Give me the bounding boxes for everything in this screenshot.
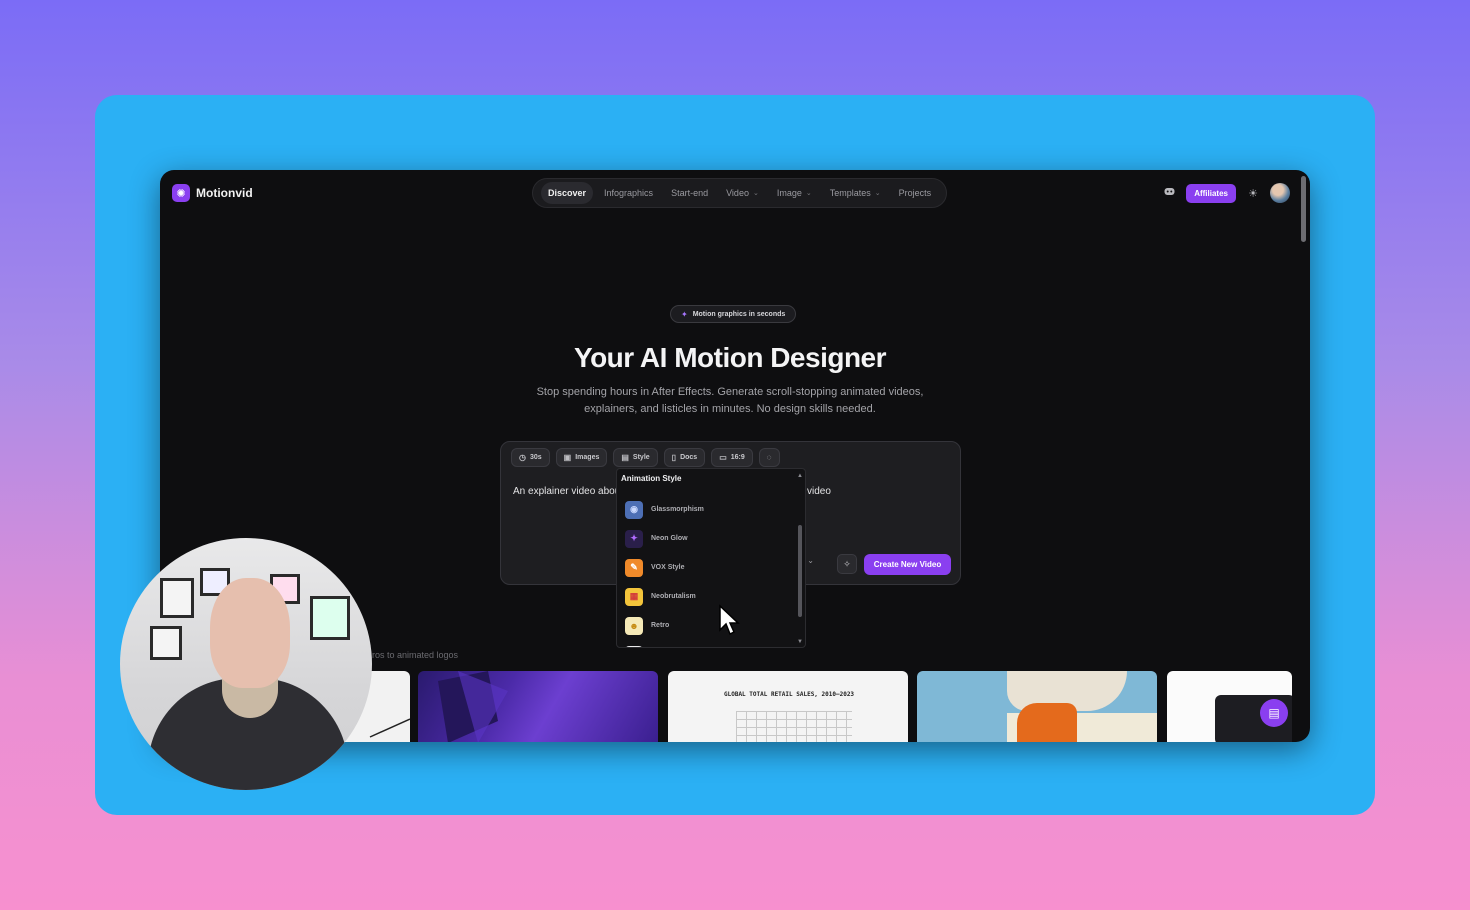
option-thumb-icon [625, 645, 643, 647]
page-title: Your AI Motion Designer [573, 342, 887, 373]
neon-glow-icon: ✦ [625, 529, 643, 548]
chip-label: Docs [680, 454, 698, 461]
dropdown-scrollbar[interactable]: ▲ ▼ [797, 473, 803, 645]
option-label: Glassmorphism [651, 506, 704, 513]
gallery-caption: ros to animated logos [372, 650, 459, 660]
nav-label: Discover [548, 188, 587, 198]
monitor-icon: ▭ [719, 453, 727, 462]
chat-icon: ▤ [1268, 706, 1280, 720]
abstract-shape-preview-icon [438, 671, 508, 742]
gallery-card[interactable] [418, 671, 658, 742]
map-highlight-preview [1017, 703, 1077, 742]
nav-projects[interactable]: Projects [892, 182, 939, 204]
image-icon: ▣ [563, 453, 572, 462]
badge-text: Motion graphics in seconds [692, 310, 786, 318]
nav-infographics[interactable]: Infographics [597, 182, 660, 204]
composer-options: ◷ 30s ▣ Images ▤ Style ▯ Docs ▭ 16:9 ◌ [511, 448, 780, 467]
nav-label: Start-end [671, 188, 709, 198]
nav-label: Video [726, 188, 749, 198]
main-nav: Discover Infographics Start-end Video ⌄ I… [532, 178, 948, 208]
style-option-neon-glow[interactable]: ✦ Neon Glow [625, 524, 795, 553]
palette-chip[interactable]: ◌ [758, 448, 780, 467]
retro-icon: ☻ [625, 616, 643, 635]
style-option-vox-style[interactable]: ✎ VOX Style [625, 553, 795, 582]
wall-picture [160, 578, 194, 618]
subtitle-line-1: Stop spending hours in After Effects. Ge… [536, 386, 924, 398]
presenter-head [210, 578, 290, 688]
nav-label: Templates [829, 188, 871, 198]
option-label: VOX Style [651, 564, 685, 571]
chip-label: 16:9 [730, 454, 745, 461]
gallery-card[interactable]: GLOBAL TOTAL RETAIL SALES, 2010—2023 [668, 671, 908, 742]
gallery-card[interactable] [917, 671, 1157, 742]
prompt-text-left[interactable]: An explainer video abou [513, 486, 620, 497]
option-label: Neobrutalism [651, 593, 696, 600]
page-scrollbar[interactable] [1301, 176, 1306, 242]
dropdown-title: Animation Style [621, 474, 682, 483]
palette-icon: ◌ [766, 453, 772, 462]
chip-label: Images [575, 454, 600, 461]
enhance-prompt-button[interactable]: ✧ [837, 554, 857, 574]
option-label: Neon Glow [651, 535, 688, 542]
docs-chip[interactable]: ▯ Docs [663, 448, 706, 467]
chat-button[interactable]: ▤ [1260, 699, 1288, 727]
scroll-up-icon[interactable]: ▲ [797, 473, 803, 479]
nav-discover[interactable]: Discover [541, 182, 594, 204]
aspect-ratio-chip[interactable]: ▭ 16:9 [711, 448, 753, 467]
style-chip[interactable]: ▤ Style [613, 448, 658, 467]
nav-video[interactable]: Video ⌄ [719, 182, 766, 204]
style-option-retro[interactable]: ☻ Retro [625, 611, 795, 640]
nav-image[interactable]: Image ⌄ [770, 182, 819, 204]
logo-icon: ✺ [172, 184, 190, 202]
gallery-chart-title: GLOBAL TOTAL RETAIL SALES, 2010—2023 [724, 691, 855, 698]
scroll-down-icon[interactable]: ▼ [797, 639, 803, 645]
webcam-overlay [120, 538, 372, 790]
prompt-text-right[interactable]: video [807, 486, 831, 497]
avatar[interactable] [1270, 183, 1290, 203]
scroll-thumb[interactable] [798, 525, 802, 617]
discord-icon[interactable] [1162, 187, 1176, 199]
style-option-glassmorphism[interactable]: ◉ Glassmorphism [625, 495, 795, 524]
nav-label: Image [776, 188, 802, 198]
style-option-partial[interactable] [625, 640, 795, 647]
subtitle-line-2: explainers, and listicles in minutes. No… [584, 403, 876, 415]
nav-templates[interactable]: Templates ⌄ [823, 182, 888, 204]
chevron-down-icon: ⌄ [874, 190, 881, 197]
chip-label: Style [632, 454, 650, 461]
chart-grid-preview [736, 711, 852, 742]
option-label: Retro [651, 622, 670, 629]
wand-icon: ✧ [843, 558, 851, 569]
chevron-down-icon: ⌄ [807, 556, 814, 565]
chip-label: 30s [529, 454, 542, 461]
clock-icon: ◷ [519, 453, 526, 462]
logo-text: Motionvid [196, 186, 253, 200]
chevron-down-icon: ⌄ [752, 190, 759, 197]
style-icon: ▤ [621, 453, 629, 462]
nav-start-end[interactable]: Start-end [664, 182, 715, 204]
mouse-cursor-icon [719, 604, 740, 636]
style-list: ◉ Glassmorphism ✦ Neon Glow ✎ VOX Style … [625, 495, 795, 647]
doc-icon: ▯ [671, 453, 677, 462]
logo[interactable]: ✺ Motionvid [172, 184, 253, 202]
animation-style-dropdown: Animation Style ◉ Glassmorphism ✦ Neon G… [616, 468, 806, 648]
sun-icon[interactable]: ☀ [1246, 187, 1260, 200]
chevron-down-icon: ⌄ [805, 190, 812, 197]
header-actions: Affiliates ☀ [1162, 183, 1290, 203]
glassmorphism-icon: ◉ [625, 500, 643, 519]
nav-label: Projects [898, 188, 932, 198]
hero-badge: ✦ Motion graphics in seconds [670, 305, 797, 323]
create-video-button[interactable]: Create New Video [864, 554, 951, 575]
duration-chip[interactable]: ◷ 30s [511, 448, 550, 467]
nav-label: Infographics [604, 188, 654, 198]
sparkle-icon: ✦ [681, 309, 688, 319]
neobrutalism-icon: ▦ [625, 587, 643, 606]
images-chip[interactable]: ▣ Images [555, 448, 608, 467]
style-option-neobrutalism[interactable]: ▦ Neobrutalism [625, 582, 795, 611]
wall-picture [150, 626, 182, 660]
hero-subtitle: Stop spending hours in After Effects. Ge… [530, 384, 930, 418]
vox-style-icon: ✎ [625, 558, 643, 577]
wall-picture [310, 596, 350, 640]
affiliates-button[interactable]: Affiliates [1186, 183, 1236, 203]
